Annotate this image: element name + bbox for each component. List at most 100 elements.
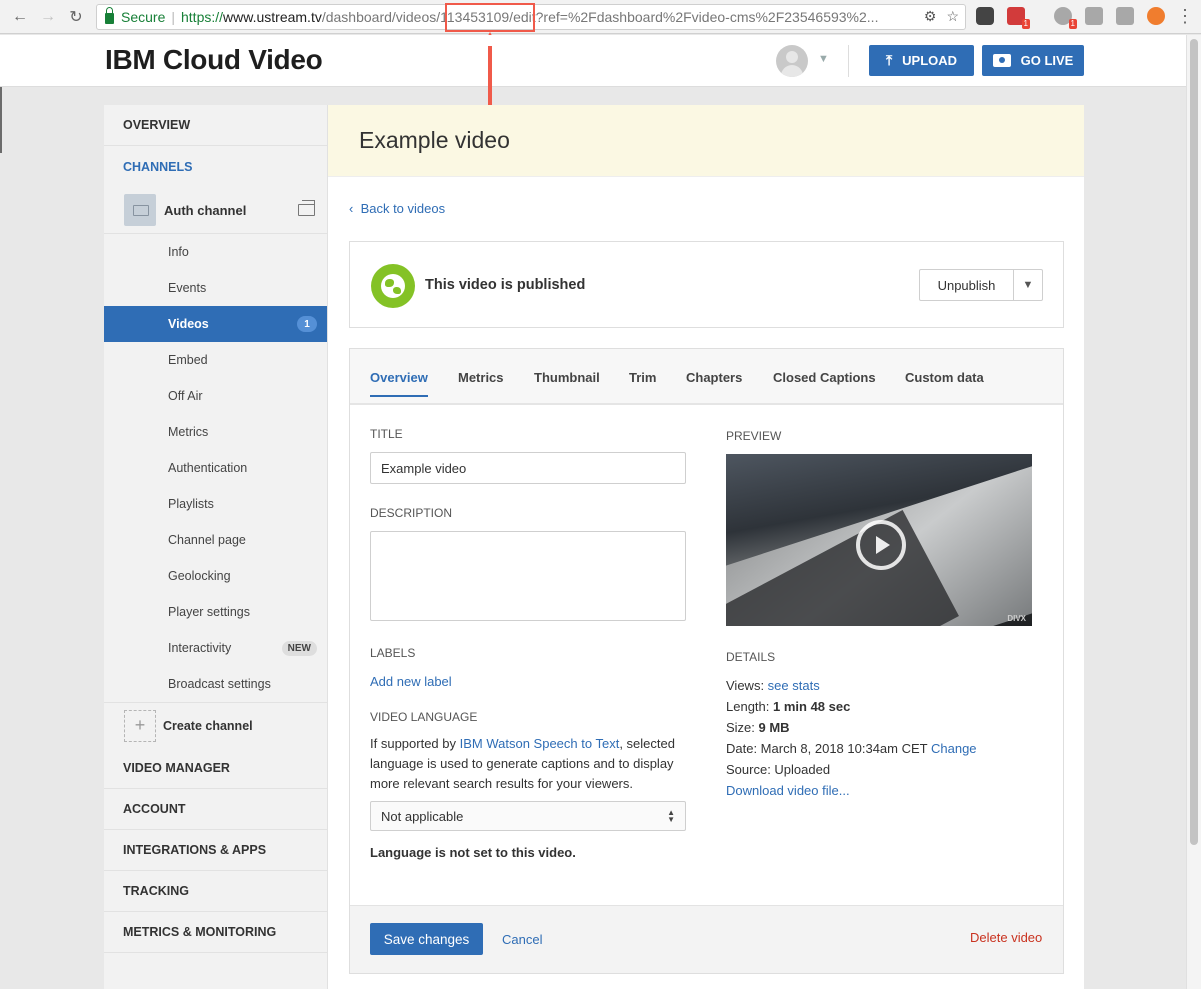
back-arrow-icon[interactable]: ← [7, 4, 33, 30]
tab-metrics[interactable]: Metrics [458, 370, 504, 385]
change-date-link[interactable]: Change [931, 741, 977, 756]
sidebar-item-embed[interactable]: Embed [104, 342, 327, 378]
monitor-extension-icon[interactable] [1085, 7, 1103, 25]
publish-status-panel: This video is published Unpublish ▼ [349, 241, 1064, 328]
sidebar-item-label: Events [168, 281, 207, 295]
sidebar-item-events[interactable]: Events [104, 270, 327, 306]
sidebar-item-metrics-monitoring[interactable]: METRICS & MONITORING [104, 912, 327, 953]
sidebar-item-channels[interactable]: CHANNELS [104, 146, 327, 187]
sidebar-item-info[interactable]: Info [104, 234, 327, 270]
browser-menu-icon[interactable]: ⋮ [1176, 6, 1194, 27]
tab-closed-captions[interactable]: Closed Captions [773, 370, 876, 385]
upload-button[interactable]: ⤒ UPLOAD [869, 45, 974, 76]
avatar[interactable] [776, 45, 808, 77]
scrollbar-thumb[interactable] [1190, 39, 1198, 845]
sidebar-item-label: Playlists [168, 497, 214, 511]
published-status-text: This video is published [425, 277, 586, 293]
sidebar-channel-auth[interactable]: Auth channel [104, 187, 327, 234]
globe-extension-icon[interactable]: 1 [1054, 7, 1077, 29]
camera-icon [992, 54, 1011, 67]
sidebar-item-label: Player settings [168, 605, 250, 619]
sidebar-item-label: Channel page [168, 533, 246, 547]
brand-logo[interactable]: IBM Cloud Video [105, 44, 323, 76]
reload-icon[interactable]: ↻ [63, 4, 89, 30]
sidebar-item-integrations-apps[interactable]: INTEGRATIONS & APPS [104, 830, 327, 871]
plus-icon: + [124, 709, 156, 742]
save-changes-button[interactable]: Save changes [370, 923, 483, 955]
size-key: Size: [726, 720, 759, 735]
chevron-down-icon[interactable]: ▼ [1014, 270, 1042, 300]
calendar-extension-icon[interactable]: 1 [1007, 7, 1030, 29]
sidebar-item-metrics[interactable]: Metrics [104, 414, 327, 450]
sidebar-item-account[interactable]: ACCOUNT [104, 789, 327, 830]
see-stats-link[interactable]: see stats [768, 678, 820, 693]
sidebar-item-player-settings[interactable]: Player settings [104, 594, 327, 630]
cancel-link[interactable]: Cancel [502, 932, 542, 947]
video-details: Views: see stats Length: 1 min 48 sec Si… [726, 675, 977, 801]
tab-custom-data[interactable]: Custom data [905, 370, 984, 385]
sidebar-item-videos[interactable]: Videos 1 [104, 306, 327, 342]
create-channel-button[interactable]: + Create channel [104, 702, 327, 748]
open-external-icon[interactable] [298, 200, 315, 216]
url-scheme: https:// [181, 9, 224, 25]
lifebuoy-extension-icon[interactable] [1147, 7, 1165, 25]
chevron-down-icon[interactable]: ▼ [818, 53, 829, 65]
extension-puzzle-icon[interactable]: ⚙ [924, 8, 937, 25]
sidebar-item-interactivity[interactable]: Interactivity NEW [104, 630, 327, 666]
forward-arrow-icon[interactable]: → [35, 4, 61, 30]
download-video-link[interactable]: Download video file... [726, 780, 977, 801]
create-channel-label: Create channel [163, 718, 253, 733]
sidebar-item-video-manager[interactable]: VIDEO MANAGER [104, 748, 327, 789]
page-scrollbar[interactable] [1186, 35, 1201, 989]
main-panel: Example video ‹ Back to videos This vide… [328, 105, 1084, 989]
url-path: /dashboard/videos/113453109/edit?ref=%2F… [321, 9, 879, 25]
tab-chapters[interactable]: Chapters [686, 370, 742, 385]
browser-toolbar: ← → ↻ Secure | https://www.ustream.tv/da… [0, 0, 1201, 34]
sidebar-item-playlists[interactable]: Playlists [104, 486, 327, 522]
sidebar-item-tracking[interactable]: TRACKING [104, 871, 327, 912]
channel-name: Auth channel [164, 202, 247, 218]
tab-thumbnail[interactable]: Thumbnail [534, 370, 600, 385]
sidebar-item-overview[interactable]: OVERVIEW [104, 105, 327, 146]
omnibox-separator: | [171, 9, 175, 25]
unpublish-button[interactable]: Unpublish [920, 270, 1014, 300]
title-input[interactable]: Example video [370, 452, 686, 484]
language-select[interactable]: Not applicable ▲ ▼ [370, 801, 686, 831]
pocket-extension-icon[interactable] [976, 7, 994, 25]
video-count-badge: 1 [297, 316, 317, 332]
tab-overview[interactable]: Overview [370, 370, 428, 397]
bookmark-star-icon[interactable]: ☆ [946, 8, 959, 25]
help-prefix: If supported by [370, 736, 460, 751]
video-edit-panel: Overview Metrics Thumbnail Trim Chapters… [349, 348, 1064, 974]
back-to-videos-link[interactable]: ‹ Back to videos [349, 201, 445, 216]
tab-trim[interactable]: Trim [629, 370, 656, 385]
description-textarea[interactable] [370, 531, 686, 621]
sidebar-item-off-air[interactable]: Off Air [104, 378, 327, 414]
details-size: Size: 9 MB [726, 717, 977, 738]
add-new-label-link[interactable]: Add new label [370, 674, 452, 689]
evernote-extension-icon[interactable] [1116, 7, 1134, 25]
sidebar-item-label: Broadcast settings [168, 677, 271, 691]
go-live-button[interactable]: GO LIVE [982, 45, 1084, 76]
delete-video-link[interactable]: Delete video [970, 930, 1042, 945]
watson-speech-link[interactable]: IBM Watson Speech to Text [460, 736, 620, 751]
sidebar-item-authentication[interactable]: Authentication [104, 450, 327, 486]
sidebar-item-label: Embed [168, 353, 208, 367]
form-footer: Save changes Cancel Delete video [350, 905, 1063, 973]
play-icon[interactable] [856, 520, 906, 570]
video-preview[interactable]: DIVX [726, 454, 1032, 626]
views-key: Views: [726, 678, 768, 693]
header-divider [848, 45, 849, 77]
sidebar-item-geolocking[interactable]: Geolocking [104, 558, 327, 594]
sidebar-item-channel-page[interactable]: Channel page [104, 522, 327, 558]
annotation-highlight-box [445, 3, 535, 32]
length-value: 1 min 48 sec [773, 699, 851, 714]
sidebar: OVERVIEW CHANNELS Auth channel Info Event… [104, 105, 328, 989]
divx-watermark: DIVX [1007, 614, 1026, 623]
sidebar-item-label: Geolocking [168, 569, 231, 583]
details-label: DETAILS [726, 650, 776, 664]
select-arrows-icon: ▲ ▼ [667, 808, 675, 824]
new-badge: NEW [281, 641, 317, 656]
sidebar-item-broadcast-settings[interactable]: Broadcast settings [104, 666, 327, 702]
